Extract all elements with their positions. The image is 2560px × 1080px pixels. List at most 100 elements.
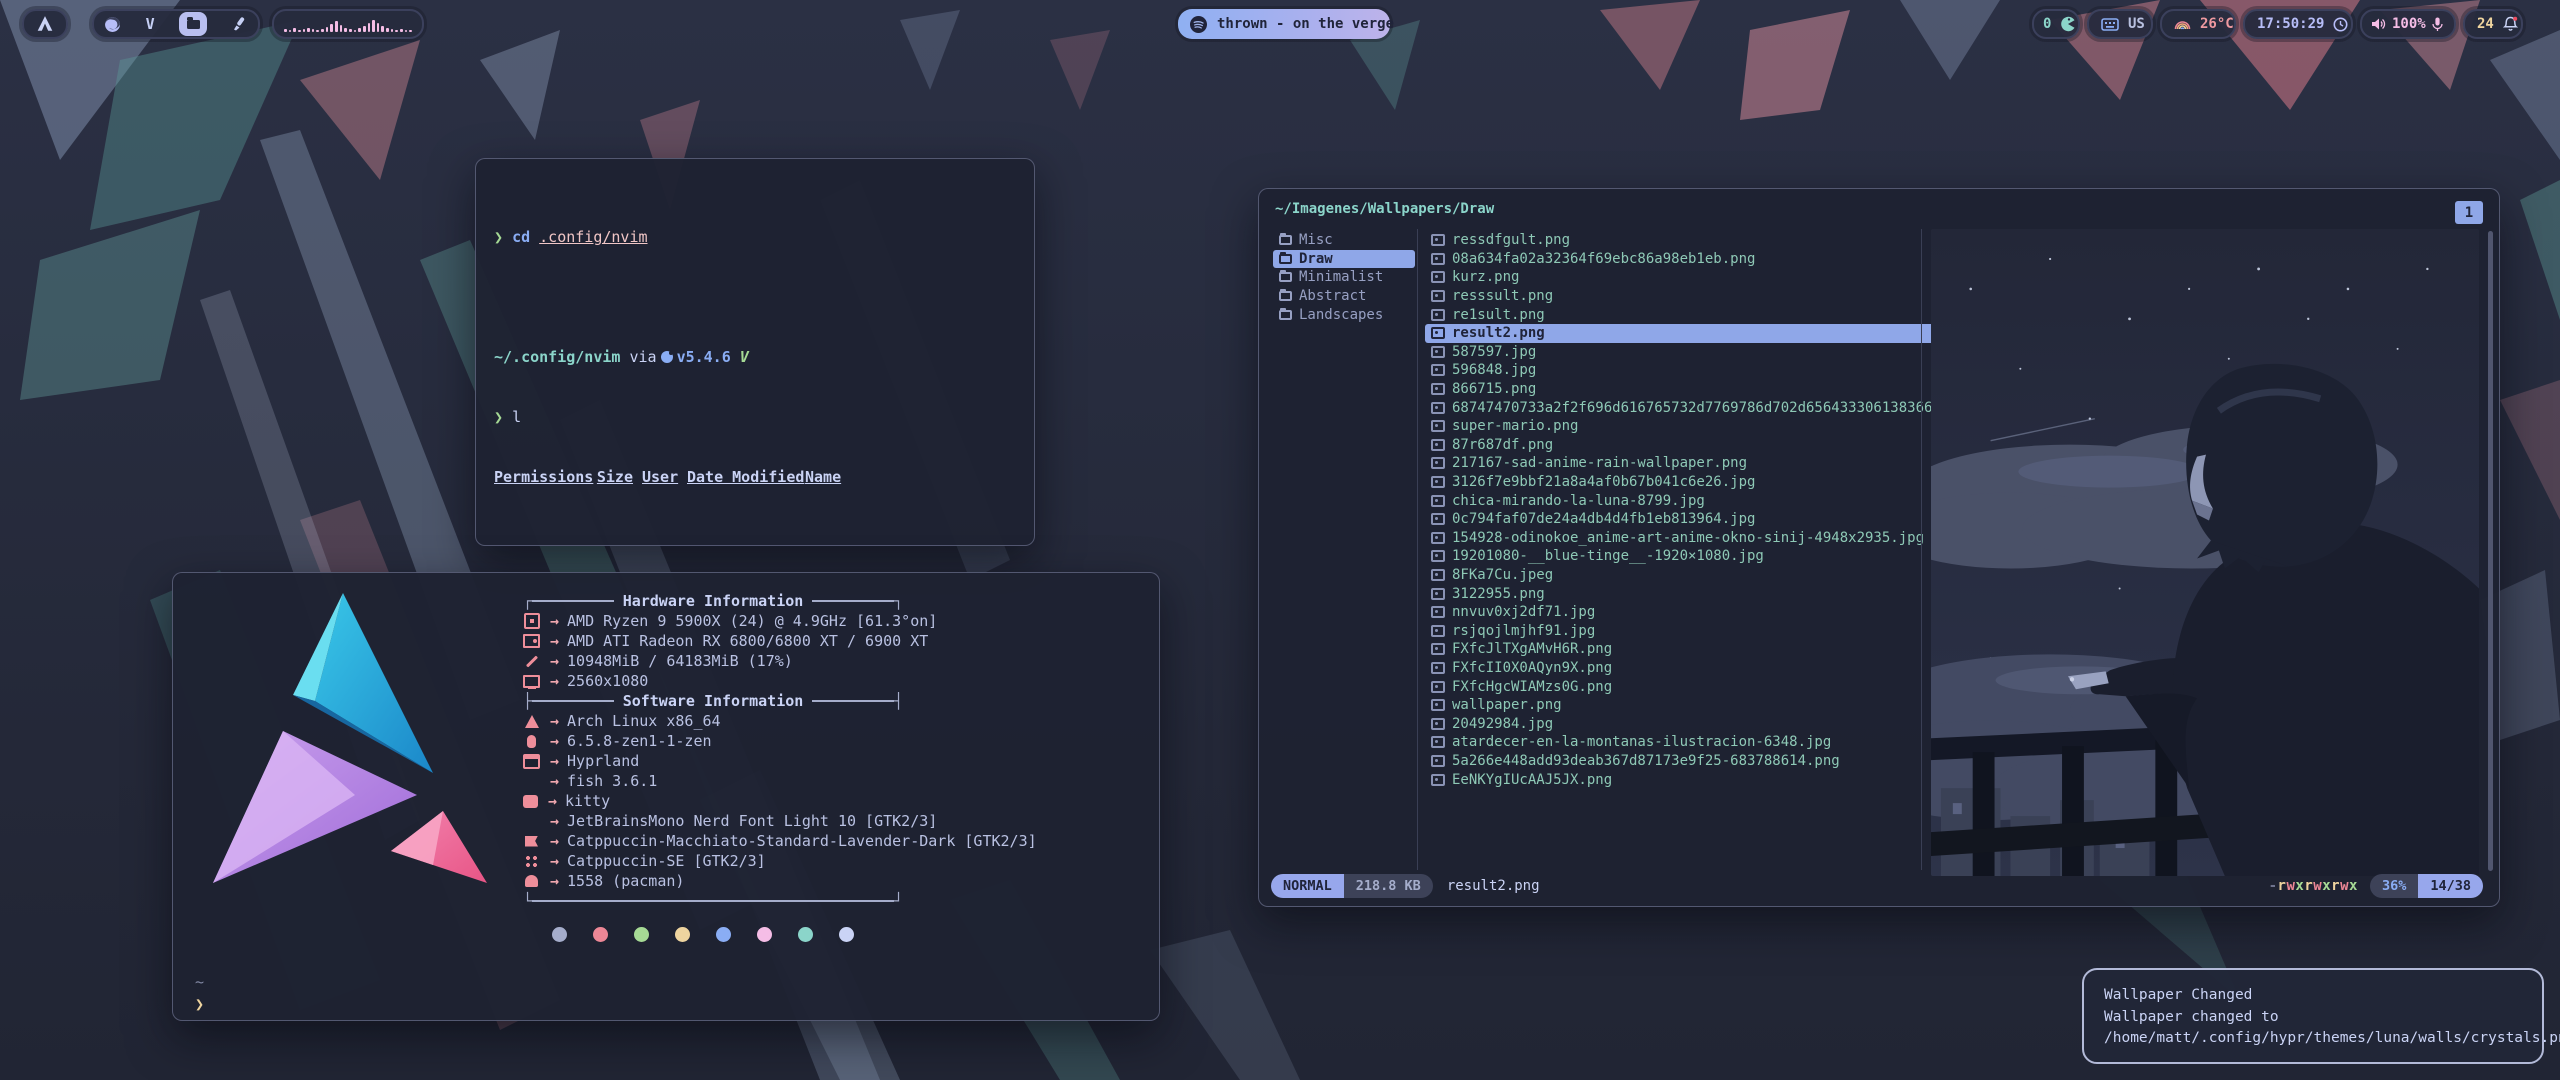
image-file-icon	[1431, 513, 1445, 525]
vim-glyph: V	[740, 347, 749, 367]
image-file-icon	[1431, 532, 1445, 544]
visualizer-bar	[344, 28, 347, 32]
image-file-icon	[1431, 606, 1445, 618]
notifications-count: 24	[2477, 16, 2494, 32]
arrow-icon: →	[550, 771, 559, 791]
volume-widget[interactable]: 100%	[2360, 9, 2456, 39]
file-name: 154928-odinokoe_anime-art-anime-okno-sin…	[1452, 530, 1924, 546]
info-line: →10948MiB / 64183MiB (17%)	[523, 651, 903, 671]
info-line: →JetBrainsMono Nerd Font Light 10 [GTK2/…	[523, 811, 903, 831]
info-icon	[523, 613, 540, 629]
visualizer-bar	[307, 28, 310, 32]
file-name: 0c794faf07de24a4db4d4fb1eb813964.jpg	[1452, 511, 1755, 527]
visualizer-bar	[326, 27, 329, 32]
visualizer-bar	[330, 24, 333, 32]
visualizer-bar	[395, 30, 398, 32]
sidebar-folder-item[interactable]: Landscapes	[1273, 305, 1415, 324]
arch-logo-icon	[36, 16, 54, 32]
arrow-icon: →	[550, 871, 559, 891]
folder-name: Minimalist	[1299, 269, 1383, 285]
shell-command-line: ❯ l	[494, 407, 1034, 427]
file-name: 19201080-__blue-tinge__-1920×1080.jpg	[1452, 548, 1764, 564]
app-launcher-button[interactable]	[22, 9, 68, 39]
notifications-widget[interactable]: 24	[2463, 9, 2523, 39]
shell-prompt[interactable]: ~ ❯	[195, 971, 204, 1015]
info-icon	[523, 753, 540, 769]
tab-badge[interactable]: 1	[2455, 201, 2483, 224]
image-file-icon	[1431, 327, 1445, 339]
info-icon	[523, 773, 540, 789]
paintbrush-icon[interactable]	[232, 16, 248, 32]
file-name: super-mario.png	[1452, 418, 1578, 434]
file-name: resssult.png	[1452, 288, 1553, 304]
arrow-icon: →	[550, 731, 559, 751]
visualizer-bar	[312, 29, 315, 32]
terminal-window-nvim-config: ❯ cd .config/nvim ~/.config/nvim viav5.4…	[475, 158, 1035, 546]
visualizer-bar	[340, 25, 343, 32]
prompt-char: ❯	[494, 227, 503, 247]
hardware-section-header: ┌Hardware Information┐	[523, 591, 903, 611]
arrow-icon: →	[550, 831, 559, 851]
hardware-info-lines: →AMD Ryzen 9 5900X (24) @ 4.9GHz [61.3°o…	[523, 611, 903, 691]
visualizer-bar	[409, 30, 412, 32]
info-value: AMD ATI Radeon RX 6800/6800 XT / 6900 XT	[567, 631, 928, 651]
parent-directory-list: Misc Draw Minimalist Abstract Landscapes	[1273, 231, 1415, 324]
prompt-context-line: ~/.config/nvim viav5.4.6 V	[494, 347, 1034, 367]
info-value: fish 3.6.1	[567, 771, 657, 791]
folder-name: Draw	[1299, 251, 1333, 267]
palette-dot	[675, 927, 690, 942]
arrow-icon: →	[550, 651, 559, 671]
weather-widget[interactable]: 26°C	[2160, 9, 2236, 39]
command-cd: cd	[512, 227, 530, 247]
visualizer-bar	[381, 26, 384, 32]
arrow-icon: →	[550, 711, 559, 731]
image-file-icon	[1431, 402, 1445, 414]
file-name: rsjqojlmjhf91.jpg	[1452, 623, 1595, 639]
palette-dot	[798, 927, 813, 942]
status-bar: NORMAL218.8 KB result2.png -rwxrwxrwx 36…	[1259, 874, 2499, 898]
arch-crystal-logo	[195, 583, 495, 923]
file-name: 866715.png	[1452, 381, 1536, 397]
visualizer-bar	[298, 30, 301, 32]
notification-toast[interactable]: Wallpaper Changed Wallpaper changed to /…	[2082, 968, 2544, 1064]
neovim-icon[interactable]: V	[146, 15, 155, 33]
file-manager-window: ~/Imagenes/Wallpapers/Draw 1 Misc Draw M…	[1258, 188, 2500, 907]
file-manager-icon-active[interactable]	[179, 12, 207, 36]
image-file-icon	[1431, 420, 1445, 432]
scrollbar[interactable]	[2488, 231, 2493, 871]
info-value: Arch Linux x86_64	[567, 711, 721, 731]
image-file-icon	[1431, 234, 1445, 246]
audio-visualizer[interactable]	[272, 9, 424, 39]
sidebar-folder-item[interactable]: Minimalist	[1273, 268, 1415, 287]
sidebar-folder-item[interactable]: Abstract	[1273, 287, 1415, 306]
lua-icon	[661, 351, 673, 363]
visualizer-bar	[372, 20, 375, 32]
info-value: Hyprland	[567, 751, 639, 771]
visualizer-bar	[289, 30, 292, 32]
visualizer-bar	[377, 23, 380, 32]
section-title: Hardware Information	[623, 591, 804, 611]
keyboard-layout-widget[interactable]: US	[2087, 9, 2153, 39]
firefox-icon[interactable]	[104, 16, 121, 33]
selected-file-name: result2.png	[1447, 878, 1540, 894]
image-file-icon	[1431, 588, 1445, 600]
clock-widget[interactable]: 17:50:29	[2243, 9, 2353, 39]
info-icon	[523, 853, 540, 869]
keyboard-layout-value: US	[2128, 16, 2145, 32]
preview-image	[1931, 229, 2479, 876]
desktop: V thrown - on the verge 0 US	[0, 0, 2560, 1080]
updates-widget[interactable]: 0	[2032, 9, 2080, 39]
info-line: →AMD Ryzen 9 5900X (24) @ 4.9GHz [61.3°o…	[523, 611, 903, 631]
sidebar-folder-item[interactable]: Misc	[1273, 231, 1415, 250]
shell-command-line: ❯ cd .config/nvim	[494, 227, 1034, 247]
box-bottom-border: └┘	[523, 891, 903, 911]
file-name: nnvuv0xj2df71.jpg	[1452, 604, 1595, 620]
info-line: →Hyprland	[523, 751, 903, 771]
arrow-icon: →	[550, 631, 559, 651]
sidebar-folder-item[interactable]: Draw	[1273, 250, 1415, 269]
now-playing-widget[interactable]: thrown - on the verge	[1178, 9, 1390, 39]
bell-icon	[2503, 16, 2518, 32]
rainbow-icon	[2174, 18, 2191, 30]
pacman-icon	[2060, 16, 2076, 32]
file-name: EeNKYgIUcAAJ5JX.png	[1452, 772, 1612, 788]
